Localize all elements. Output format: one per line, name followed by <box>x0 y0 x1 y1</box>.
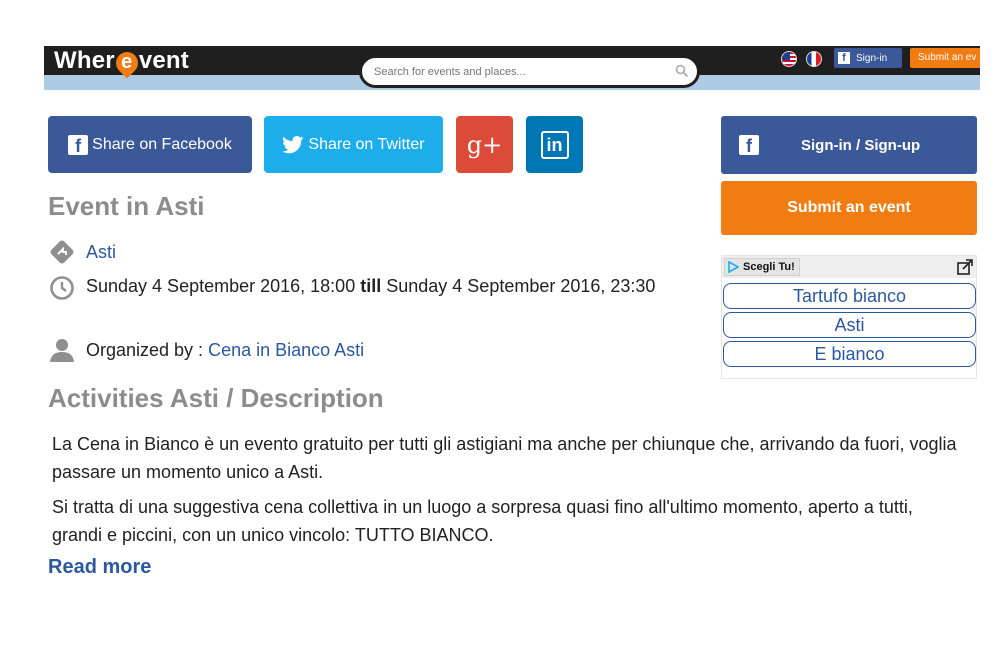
read-more-link[interactable]: Read more <box>48 556 151 579</box>
facebook-icon: f <box>838 52 850 64</box>
linkedin-icon: in <box>540 130 569 159</box>
site-logo[interactable]: Wher e vent <box>54 46 189 79</box>
description-paragraph: Si tratta di una suggestiva cena collett… <box>52 497 913 545</box>
sidebar-signin-button[interactable]: f Sign-in / Sign-up <box>721 116 977 174</box>
ad-link-item[interactable]: Asti <box>723 312 976 338</box>
organizer-link[interactable]: Cena in Bianco Asti <box>208 336 364 365</box>
clock-icon <box>50 276 74 300</box>
sidebar-signin-label: Sign-in / Sign-up <box>801 136 921 154</box>
share-twitter-button[interactable]: Share on Twitter <box>264 116 443 173</box>
event-location-link[interactable]: Asti <box>86 238 116 267</box>
event-heading: Event in Asti <box>48 191 205 221</box>
user-icon <box>50 339 74 362</box>
logo-text-left: Wher <box>54 46 115 74</box>
organizer-prefix: Organized by : <box>86 340 204 360</box>
header-signin-button[interactable]: f Sign-in <box>834 48 902 68</box>
logo-pin-letter: e <box>121 50 133 73</box>
event-date-row: Sunday 4 September 2016, 18:00 till Sund… <box>48 272 688 302</box>
ad-link-item[interactable]: E bianco <box>723 341 976 367</box>
share-facebook-label: Share on Facebook <box>92 135 232 153</box>
header-submit-button[interactable]: Submit an ev <box>910 48 980 68</box>
search-input[interactable] <box>374 63 664 81</box>
google-plus-icon: g+ <box>466 130 503 159</box>
logo-text-right: vent <box>138 46 189 74</box>
french-flag-icon[interactable] <box>806 51 822 67</box>
twitter-bird-icon <box>282 135 304 153</box>
site-header: Wher e vent f Sign-in Submit an ev <box>44 46 980 90</box>
ad-link-item[interactable]: Tartufo bianco <box>723 283 976 309</box>
sidebar-submit-event-button[interactable]: Submit an event <box>721 181 977 235</box>
facebook-icon: f <box>68 134 89 156</box>
event-date-end: Sunday 4 September 2016, 23:30 <box>386 276 656 296</box>
share-googleplus-button[interactable]: g+ <box>456 116 513 173</box>
ad-choices-badge[interactable]: Scegli Tu! <box>724 258 800 276</box>
event-date-text: Sunday 4 September 2016, 18:00 till Sund… <box>86 272 686 301</box>
share-facebook-button[interactable]: f Share on Facebook <box>48 116 252 173</box>
open-external-icon[interactable] <box>956 258 974 276</box>
ad-header: Scegli Tu! <box>722 256 976 278</box>
description-heading: Activities Asti / Description <box>48 383 384 413</box>
ad-badge-label: Scegli Tu! <box>743 261 795 273</box>
header-signin-label: Sign-in <box>856 52 888 64</box>
ad-box: Scegli Tu! Tartufo bianco Asti E bianco <box>721 255 977 379</box>
logo-pin-icon: e <box>111 46 143 79</box>
facebook-icon: f <box>739 135 759 156</box>
event-date-till: till <box>360 276 382 296</box>
share-twitter-label: Share on Twitter <box>308 135 425 153</box>
description-paragraph: La Cena in Bianco è un evento gratuito p… <box>52 434 957 482</box>
play-triangle-icon <box>728 261 739 273</box>
event-location-row: Asti <box>48 238 116 267</box>
event-date-start: Sunday 4 September 2016, 18:00 <box>86 276 356 296</box>
search-box[interactable] <box>359 55 700 88</box>
event-organizer-row: Organized by : Cena in Bianco Asti <box>48 336 364 365</box>
map-marker-icon <box>50 240 74 264</box>
english-flag-icon[interactable] <box>781 51 797 67</box>
search-icon[interactable] <box>675 64 689 78</box>
share-linkedin-button[interactable]: in <box>526 116 583 173</box>
